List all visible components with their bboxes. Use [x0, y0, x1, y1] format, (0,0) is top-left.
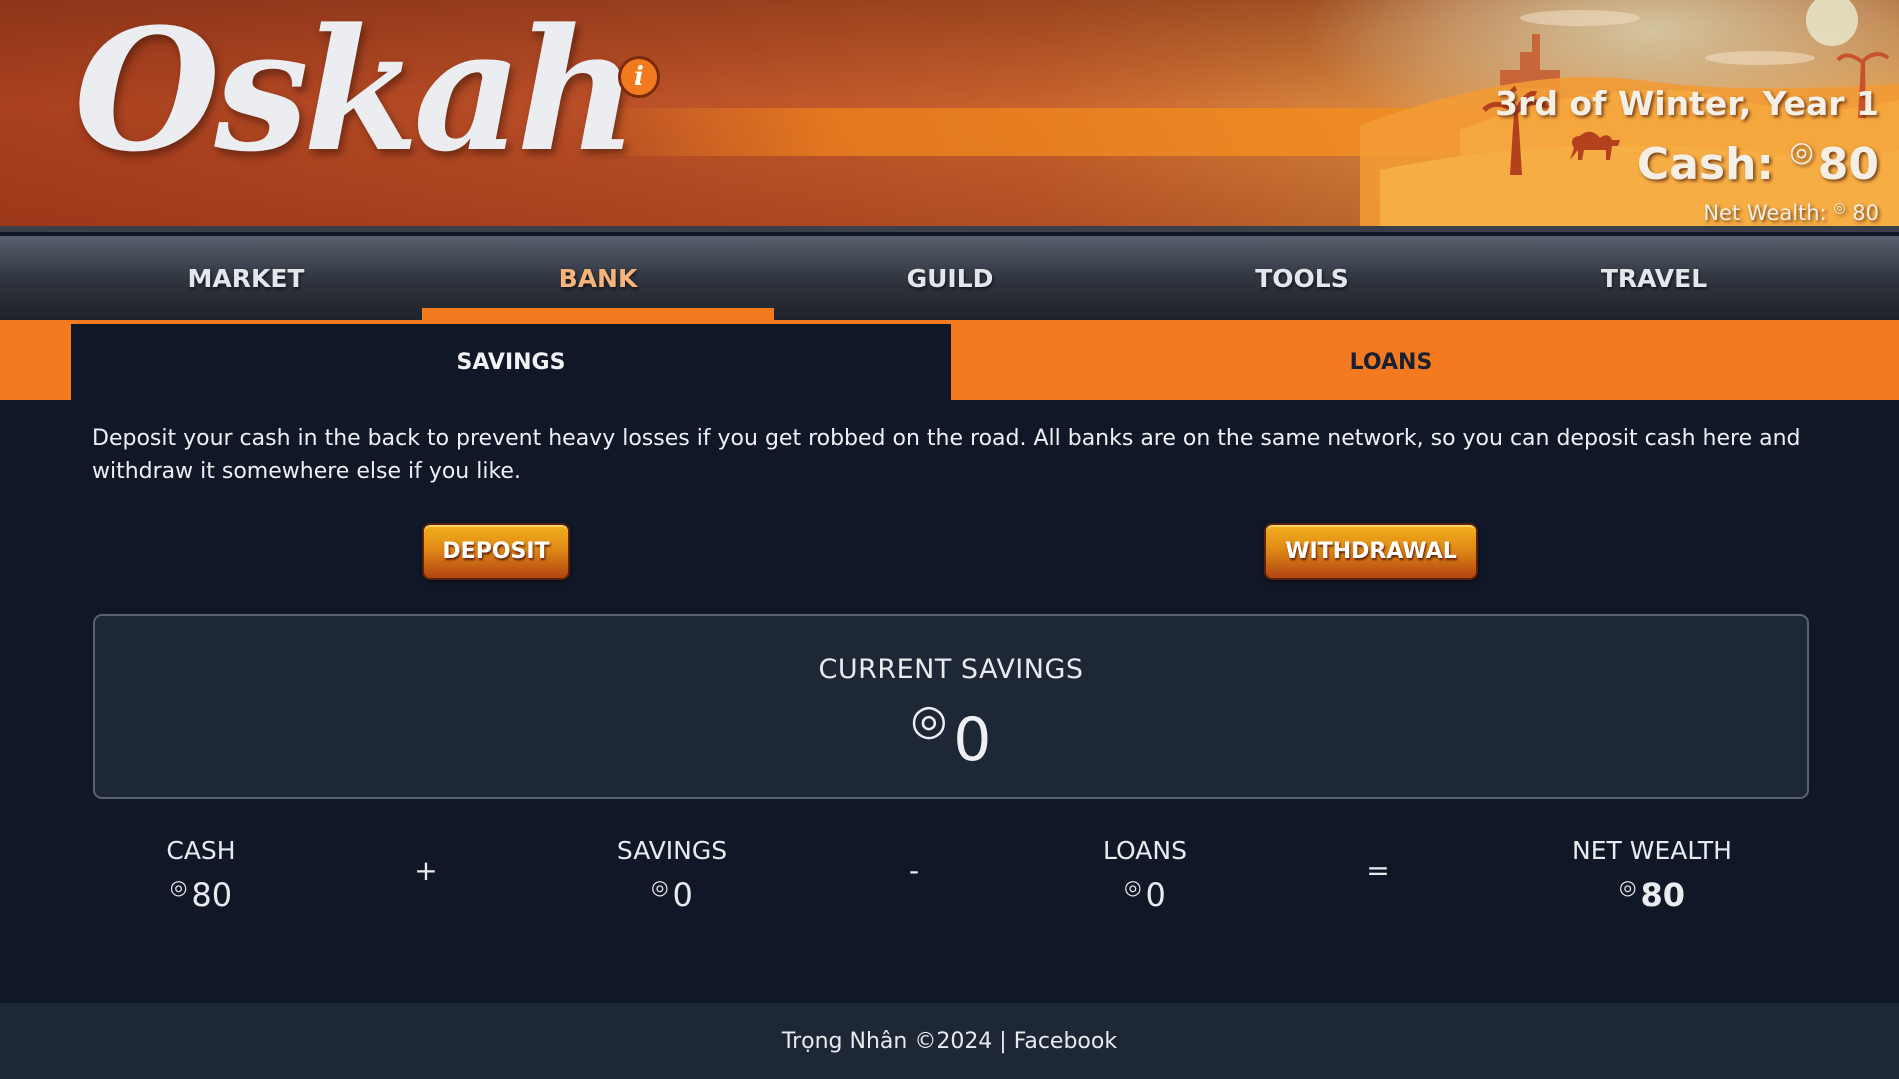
- current-savings-value: 0: [953, 705, 992, 775]
- current-savings-amount: ◎ 0: [95, 685, 1807, 775]
- cash-label: Cash:: [1636, 139, 1774, 190]
- coin-icon: ◎: [1124, 875, 1142, 899]
- summary-loans-label: LOANS: [1103, 836, 1187, 865]
- net-wealth-value: 80: [1852, 201, 1879, 225]
- coin-icon: ◎: [651, 875, 669, 899]
- summary-cash-amount: ◎ 80: [51, 868, 351, 914]
- minus-operator: -: [908, 854, 920, 887]
- coin-icon: ◎: [1833, 200, 1846, 216]
- bank-subnav: SAVINGS LOANS: [0, 320, 1899, 400]
- summary-loans-value: 0: [1145, 876, 1166, 914]
- summary-loans: LOANS ◎ 0: [995, 834, 1295, 914]
- coin-icon: ◎: [910, 695, 948, 744]
- info-icon[interactable]: i: [618, 56, 660, 98]
- withdrawal-button[interactable]: WITHDRAWAL: [1264, 523, 1478, 580]
- summary-loans-amount: ◎ 0: [995, 868, 1295, 914]
- game-date: 3rd of Winter, Year 1: [1495, 84, 1879, 123]
- main-nav: MARKET BANK GUILD TOOLS TRAVEL: [0, 236, 1899, 320]
- current-savings-label: CURRENT SAVINGS: [818, 654, 1084, 685]
- cash-value: 80: [1817, 139, 1879, 190]
- coin-icon: ◎: [169, 875, 188, 899]
- tab-bank[interactable]: BANK: [422, 236, 774, 320]
- summary-net-wealth: NET WEALTH ◎ 80: [1502, 834, 1802, 914]
- tab-tools[interactable]: TOOLS: [1126, 236, 1478, 320]
- equals-operator: =: [1366, 854, 1390, 887]
- savings-description: Deposit your cash in the back to prevent…: [92, 426, 1801, 484]
- tab-savings[interactable]: SAVINGS: [71, 324, 951, 400]
- tab-market[interactable]: MARKET: [70, 236, 422, 320]
- summary-cash-label: CASH: [166, 836, 236, 865]
- net-wealth-label: Net Wealth:: [1703, 201, 1827, 225]
- summary-savings-value: 0: [672, 876, 693, 914]
- facebook-link[interactable]: Facebook: [1014, 1029, 1117, 1054]
- plus-operator: +: [414, 854, 438, 887]
- summary-net-wealth-label: NET WEALTH: [1572, 836, 1732, 865]
- summary-cash-value: 80: [191, 876, 233, 914]
- coin-icon: ◎: [1789, 135, 1814, 168]
- coin-icon: ◎: [1619, 875, 1637, 899]
- tab-guild[interactable]: GUILD: [774, 236, 1126, 320]
- summary-savings-label: SAVINGS: [616, 836, 728, 865]
- player-status: 3rd of Winter, Year 1 Cash: ◎80 Net Weal…: [1495, 84, 1879, 228]
- summary-savings-amount: ◎ 0: [522, 868, 822, 914]
- deposit-button[interactable]: DEPOSIT: [422, 523, 570, 580]
- current-savings-panel: CURRENT SAVINGS ◎ 0: [93, 614, 1809, 799]
- summary-cash: CASH ◎ 80: [51, 834, 351, 914]
- footer-credit: Trọng Nhân ©2024 |: [781, 1028, 1007, 1054]
- app-logo: Oskah: [74, 0, 638, 189]
- summary-savings: SAVINGS ◎ 0: [522, 834, 822, 914]
- summary-net-wealth-value: 80: [1640, 876, 1685, 914]
- tab-travel[interactable]: TRAVEL: [1478, 236, 1830, 320]
- wealth-summary: CASH ◎ 80 + SAVINGS ◎ 0 - LOANS ◎ 0 = NET W…: [0, 834, 1899, 914]
- tab-loans[interactable]: LOANS: [951, 324, 1831, 400]
- cash-display: Cash: ◎80: [1495, 124, 1879, 193]
- footer: Trọng Nhân ©2024 | Facebook: [0, 1003, 1899, 1079]
- summary-net-wealth-amount: ◎ 80: [1502, 868, 1802, 914]
- net-wealth-display: Net Wealth: ◎ 80: [1495, 193, 1879, 228]
